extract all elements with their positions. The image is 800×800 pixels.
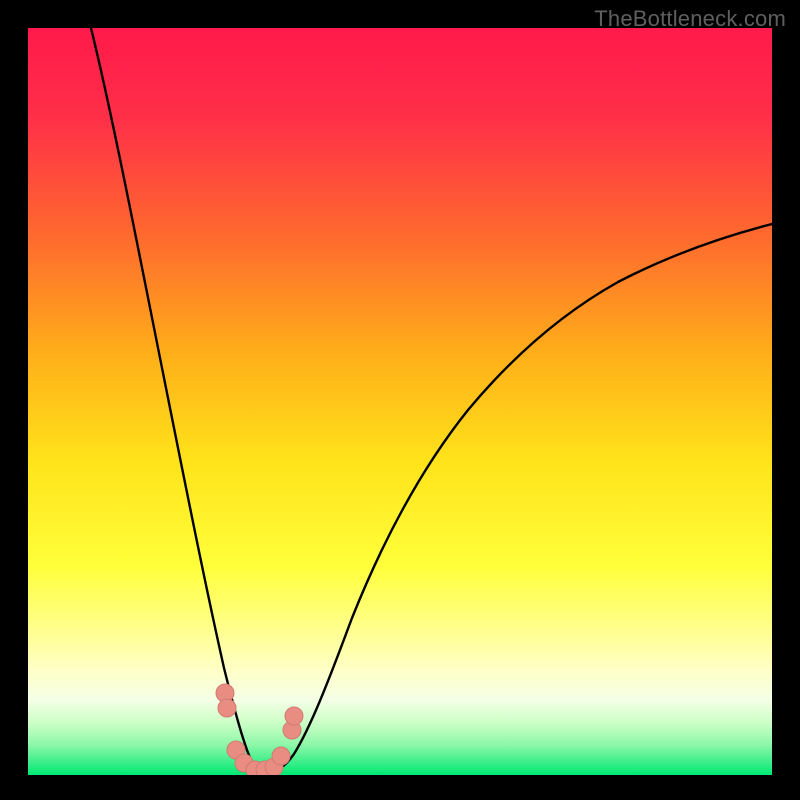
trough-markers xyxy=(216,684,303,775)
bottleneck-curve xyxy=(91,28,772,772)
plot-area xyxy=(28,28,772,775)
chart-frame: TheBottleneck.com xyxy=(0,0,800,800)
chart-overlay xyxy=(28,28,772,775)
watermark-text: TheBottleneck.com xyxy=(594,6,786,32)
